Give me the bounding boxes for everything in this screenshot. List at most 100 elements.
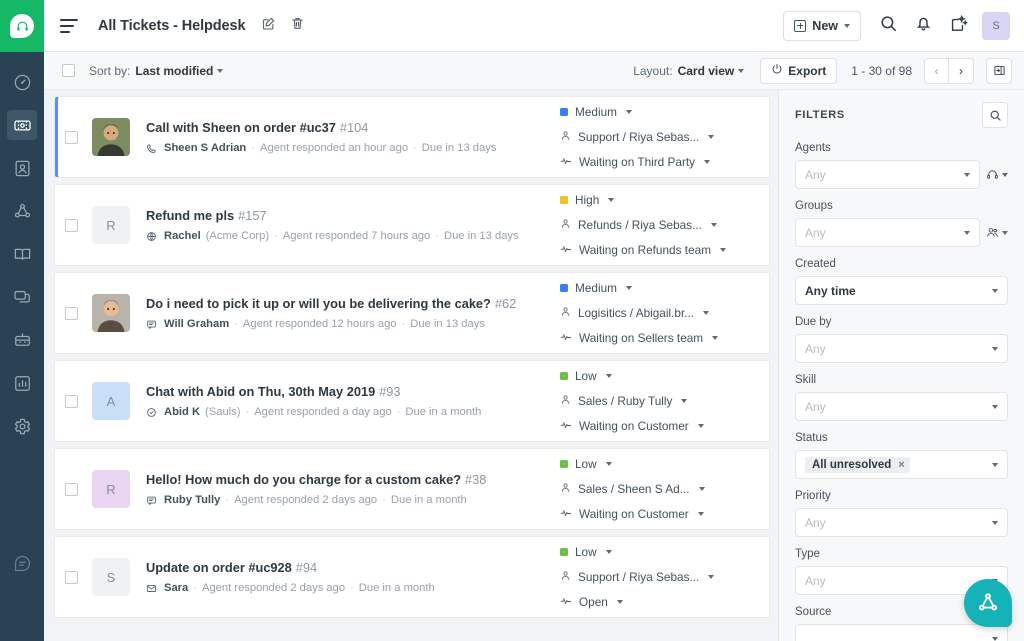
layout-select[interactable]: Card view (678, 64, 745, 78)
ticket-checkbox[interactable] (65, 571, 78, 584)
filter-value: Any (805, 400, 826, 414)
ticket-assignee[interactable]: Logisitics / Abigail.br... (560, 306, 755, 320)
helpdesk-app: All Tickets - Helpdesk New (0, 0, 1024, 641)
magic-sparkle-icon[interactable] (949, 14, 968, 38)
ticket-due: Due in 13 days (444, 230, 519, 242)
ticket-due: Due in 13 days (410, 318, 485, 330)
ticket-status[interactable]: Open (560, 595, 755, 610)
meta-separator: · (435, 230, 439, 242)
ticket-assignee[interactable]: Refunds / Riya Sebas... (560, 218, 755, 232)
sidebar-item-social[interactable] (7, 196, 37, 226)
sidebar-item-admin[interactable] (7, 411, 37, 441)
sidebar-item-automations[interactable] (7, 325, 37, 355)
chevron-down-icon (703, 311, 709, 315)
ticket-meta: Will Graham·Agent responded 12 hours ago… (146, 318, 560, 330)
next-page-button[interactable]: › (949, 58, 974, 84)
status-label: Open (579, 595, 608, 609)
ticket-checkbox[interactable] (65, 131, 78, 144)
ticket-assignee[interactable]: Sales / Ruby Tully (560, 394, 755, 408)
priority-label: Low (575, 457, 597, 471)
filter-select[interactable] (795, 624, 1008, 641)
ticket-checkbox[interactable] (65, 219, 78, 232)
app-logo[interactable] (0, 0, 44, 52)
sidebar-item-dashboard[interactable] (7, 67, 37, 97)
ticket-requester: Rachel (164, 230, 201, 242)
sidebar-item-analytics[interactable] (7, 368, 37, 398)
sidebar-item-contacts[interactable] (7, 153, 37, 183)
hamburger-menu-icon[interactable] (60, 19, 78, 33)
ticket-subject[interactable]: Call with Sheen on order #uc37#104 (146, 120, 560, 135)
ticket-card[interactable]: SUpdate on order #uc928#94Sara·Agent res… (54, 536, 770, 618)
filter-select[interactable]: Any (795, 508, 1008, 537)
ticket-assignee[interactable]: Sales / Sheen S Ad... (560, 482, 755, 496)
ticket-subject[interactable]: Hello! How much do you charge for a cust… (146, 472, 560, 487)
ticket-card[interactable]: Call with Sheen on order #uc37#104 Sheen … (54, 96, 770, 178)
pager: ‹ › (924, 58, 974, 84)
chevron-down-icon (992, 521, 998, 525)
filter-select[interactable]: Any time (795, 276, 1008, 305)
ticket-priority[interactable]: Low (560, 369, 755, 383)
filter-group-groups: GroupsAny (795, 200, 1008, 247)
pulse-icon (560, 419, 572, 434)
ticket-priority[interactable]: Medium (560, 105, 755, 119)
people-icon[interactable] (986, 226, 1008, 239)
ticket-list: Call with Sheen on order #uc37#104 Sheen … (44, 90, 778, 641)
ticket-checkbox[interactable] (65, 307, 78, 320)
ticket-assignee[interactable]: Support / Riya Sebas... (560, 570, 755, 584)
sort-by-select[interactable]: Last modified (135, 64, 223, 78)
chevron-down-icon (708, 135, 714, 139)
search-icon[interactable] (879, 14, 898, 38)
ticket-priority[interactable]: Low (560, 545, 755, 559)
ticket-priority[interactable]: Low (560, 457, 755, 471)
bell-icon[interactable] (914, 14, 933, 38)
ticket-activity: Agent responded a day ago (254, 406, 391, 418)
close-icon[interactable]: × (898, 459, 904, 471)
ticket-assignee[interactable]: Support / Riya Sebas... (560, 130, 755, 144)
freshworks-triangle-icon[interactable] (964, 579, 1012, 627)
ticket-card[interactable]: RHello! How much do you charge for a cus… (54, 448, 770, 530)
ticket-subject[interactable]: Chat with Abid on Thu, 30th May 2019#93 (146, 384, 560, 399)
filter-select[interactable]: All unresolved× (795, 450, 1008, 479)
filter-select[interactable]: Any (795, 160, 980, 189)
ticket-card[interactable]: RRefund me pls#157Rachel(Acme Corp)·Agen… (54, 184, 770, 266)
sidebar-item-solutions[interactable] (7, 239, 37, 269)
sidebar-item-feedback[interactable] (7, 548, 37, 578)
ticket-subject[interactable]: Do i need to pick it up or will you be d… (146, 296, 560, 311)
ticket-card[interactable]: Do i need to pick it up or will you be d… (54, 272, 770, 354)
trash-icon[interactable] (290, 16, 305, 36)
sidebar-item-tickets[interactable] (7, 110, 37, 140)
ticket-checkbox[interactable] (65, 395, 78, 408)
filter-select[interactable]: Any (795, 334, 1008, 363)
sidebar-item-chat[interactable] (7, 282, 37, 312)
ticket-subject[interactable]: Refund me pls#157 (146, 208, 560, 223)
new-button[interactable]: New (783, 11, 861, 41)
select-all-checkbox[interactable] (62, 64, 75, 77)
ticket-meta: Sheen S Adrian·Agent responded an hour a… (146, 142, 560, 154)
meta-separator: · (234, 318, 238, 330)
filter-chip[interactable]: All unresolved× (805, 457, 910, 473)
edit-pencil-icon[interactable] (261, 16, 276, 36)
ticket-priority[interactable]: High (560, 193, 755, 207)
ticket-checkbox[interactable] (65, 483, 78, 496)
filter-select[interactable]: Any (795, 392, 1008, 421)
user-avatar[interactable]: S (982, 12, 1010, 40)
headset-icon[interactable] (986, 168, 1008, 181)
side-panel-toggle-icon[interactable] (986, 58, 1012, 84)
filter-select[interactable]: Any (795, 218, 980, 247)
filters-title: FILTERS (795, 109, 845, 121)
filter-control (795, 624, 1008, 641)
ticket-subject[interactable]: Update on order #uc928#94 (146, 560, 560, 575)
status-label: Waiting on Sellers team (579, 331, 703, 345)
filters-search-icon[interactable] (982, 102, 1008, 128)
ticket-requester: Sheen S Adrian (164, 142, 246, 154)
ticket-status[interactable]: Waiting on Third Party (560, 155, 755, 170)
ticket-status[interactable]: Waiting on Sellers team (560, 331, 755, 346)
prev-page-button[interactable]: ‹ (924, 58, 949, 84)
ticket-card[interactable]: AChat with Abid on Thu, 30th May 2019#93… (54, 360, 770, 442)
ticket-status[interactable]: Waiting on Customer (560, 419, 755, 434)
export-button[interactable]: Export (760, 58, 837, 84)
ticket-status[interactable]: Waiting on Refunds team (560, 243, 755, 258)
ticket-status[interactable]: Waiting on Customer (560, 507, 755, 522)
ticket-priority[interactable]: Medium (560, 281, 755, 295)
ticket-requester: Sara (164, 582, 188, 594)
